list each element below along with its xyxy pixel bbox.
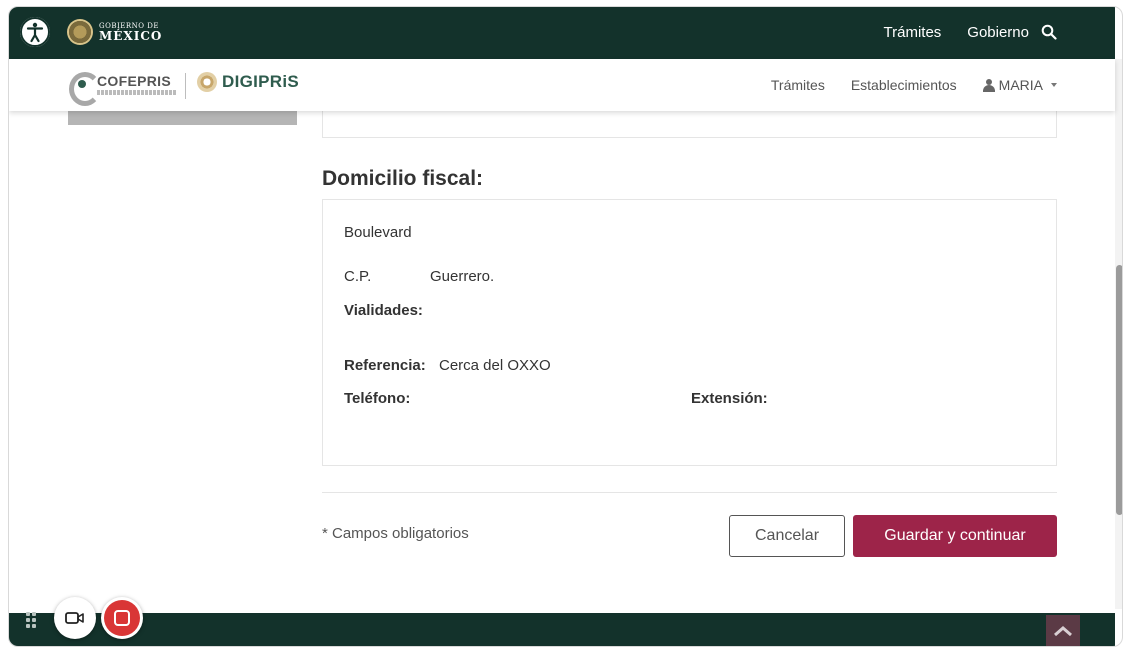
browser-window: GOBIERNO DE MÉXICO Trámites Gobierno COF… — [8, 6, 1123, 647]
previous-panel — [322, 111, 1057, 138]
required-fields-note: * Campos obligatorios — [322, 525, 469, 542]
vialidades-label: Vialidades: — [344, 302, 423, 319]
accessibility-button[interactable] — [18, 15, 52, 49]
telefono-label: Teléfono: — [344, 390, 411, 407]
referencia-value: Cerca del OXXO — [439, 357, 551, 374]
gov-logo-big: MÉXICO — [99, 28, 163, 43]
section-title: Domicilio fiscal: — [322, 167, 484, 190]
digipris-mark-icon — [197, 72, 217, 92]
scrollbar-thumb[interactable] — [1116, 265, 1122, 515]
save-continue-button[interactable]: Guardar y continuar — [853, 515, 1057, 557]
main-content: Domicilio fiscal: Boulevard C.P. Guerrer… — [9, 111, 1115, 609]
gov-nav-gobierno[interactable]: Gobierno — [967, 24, 1029, 41]
search-icon[interactable] — [1041, 24, 1059, 42]
site-header: COFEPRIS DIGIPRiS Trámites Establecimien… — [9, 59, 1115, 111]
form-divider — [322, 492, 1057, 493]
cofepris-logo[interactable]: COFEPRIS — [69, 72, 177, 106]
nav-establecimientos[interactable]: Establecimientos — [851, 77, 957, 93]
gov-mexico-logo[interactable]: GOBIERNO DE MÉXICO — [67, 19, 162, 45]
user-menu[interactable]: MARIA — [982, 77, 1057, 93]
address-line: Boulevard — [344, 224, 412, 241]
cofepris-tagline-graphic — [97, 89, 177, 95]
fiscal-address-panel: Boulevard C.P. Guerrero. Vialidades: Ref… — [322, 199, 1057, 466]
digipris-name: DIGIPRiS — [222, 72, 300, 91]
accessibility-icon — [20, 17, 50, 47]
user-name: MARIA — [998, 77, 1043, 93]
footer — [9, 613, 1115, 646]
cofepris-mark-icon — [69, 72, 101, 106]
extension-label: Extensión: — [691, 390, 768, 407]
state-value: Guerrero. — [430, 268, 495, 285]
gov-nav-tramites[interactable]: Trámites — [884, 24, 942, 41]
main-nav: Trámites Establecimientos MARIA — [771, 77, 1057, 93]
video-camera-button[interactable] — [54, 597, 96, 639]
gov-seal-icon — [67, 19, 93, 45]
stop-record-button[interactable] — [101, 597, 143, 639]
cofepris-name: COFEPRIS — [97, 72, 171, 89]
sidebar-block — [68, 111, 297, 125]
referencia-label: Referencia: — [344, 357, 426, 374]
scroll-top-button[interactable] — [1046, 615, 1080, 646]
digipris-logo[interactable]: DIGIPRiS — [197, 72, 299, 92]
caret-down-icon — [1051, 83, 1057, 87]
logo-divider — [185, 73, 186, 99]
drag-grip-icon[interactable] — [26, 612, 38, 630]
stop-record-icon — [104, 600, 140, 636]
cancel-button[interactable]: Cancelar — [729, 515, 845, 557]
cp-label: C.P. — [344, 268, 372, 285]
nav-tramites[interactable]: Trámites — [771, 77, 825, 93]
gov-nav: Trámites Gobierno — [884, 24, 1030, 41]
chevron-up-icon — [1054, 626, 1072, 637]
gov-header: GOBIERNO DE MÉXICO Trámites Gobierno — [9, 7, 1115, 59]
video-camera-icon — [65, 612, 84, 624]
user-icon — [982, 78, 995, 92]
